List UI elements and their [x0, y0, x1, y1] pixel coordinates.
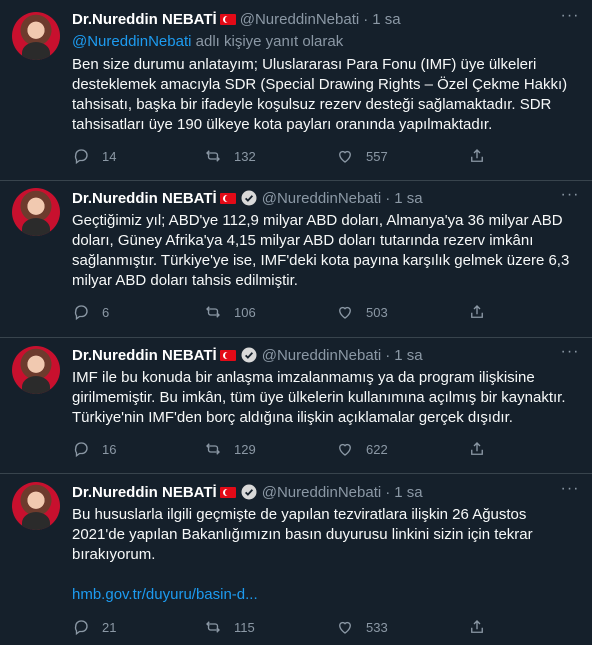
retweet-count: 106 — [234, 304, 256, 320]
tweet-header: Dr.Nureddin NEBATİ @NureddinNebati · 1 s… — [72, 344, 580, 365]
verified-badge-icon — [241, 347, 257, 363]
more-options-icon[interactable]: ··· — [560, 187, 580, 208]
author-name[interactable]: Dr.Nureddin NEBATİ — [72, 11, 217, 28]
reply-count: 16 — [102, 441, 117, 457]
separator-dot: · — [385, 346, 391, 364]
share-icon — [471, 442, 483, 455]
more-options-icon[interactable]: ··· — [560, 8, 580, 29]
reply-icon — [74, 442, 88, 458]
retweet-button[interactable]: 115 — [204, 617, 336, 637]
share-icon — [471, 305, 483, 318]
tweet-header: Dr.Nureddin NEBATİ @NureddinNebati · 1 s… — [72, 8, 580, 29]
retweet-icon — [206, 150, 220, 162]
reply-to-mention[interactable]: @NureddinNebati — [72, 33, 191, 50]
turkey-flag-icon — [219, 192, 236, 204]
share-button[interactable] — [468, 617, 508, 637]
reply-button[interactable]: 16 — [72, 439, 204, 459]
tweet-header: Dr.Nureddin NEBATİ @NureddinNebati · 1 s… — [72, 481, 580, 502]
tweet-text: Geçtiğimiz yıl; ABD'ye 112,9 milyar ABD … — [72, 212, 570, 289]
reply-button[interactable]: 6 — [72, 302, 204, 322]
share-icon — [471, 149, 483, 162]
tweet-link[interactable]: hmb.gov.tr/duyuru/basin-d... — [72, 585, 580, 605]
tweet-actions: 6 106 503 — [72, 302, 512, 322]
share-button[interactable] — [468, 302, 508, 322]
avatar[interactable] — [12, 12, 60, 60]
verified-badge-icon — [241, 484, 257, 500]
like-button[interactable]: 503 — [336, 302, 468, 322]
tweet-time[interactable]: 1 sa — [394, 190, 422, 207]
tweet-actions: 21 115 533 — [72, 617, 512, 637]
like-count: 533 — [366, 619, 388, 635]
reply-count: 14 — [102, 148, 117, 164]
heart-icon — [339, 306, 351, 319]
author-name[interactable]: Dr.Nureddin NEBATİ — [72, 347, 217, 364]
like-count: 503 — [366, 304, 388, 320]
turkey-flag-icon — [219, 349, 236, 361]
like-button[interactable]: 622 — [336, 439, 468, 459]
reply-count: 6 — [102, 304, 110, 320]
retweet-button[interactable]: 129 — [204, 439, 336, 459]
heart-icon — [339, 621, 351, 634]
avatar[interactable] — [12, 346, 60, 394]
author-handle[interactable]: @NureddinNebati — [240, 11, 359, 28]
turkey-flag-icon — [219, 486, 236, 498]
share-button[interactable] — [468, 439, 508, 459]
share-button[interactable] — [468, 146, 508, 166]
tweet-text: Ben size durumu anlatayım; Uluslararası … — [72, 56, 568, 133]
retweet-count: 132 — [234, 148, 256, 164]
author-handle[interactable]: @NureddinNebati — [262, 190, 381, 207]
reply-icon — [74, 305, 88, 321]
divider — [0, 180, 592, 181]
like-button[interactable]: 557 — [336, 146, 468, 166]
reply-icon — [74, 149, 88, 165]
retweet-icon — [206, 443, 220, 455]
tweet-actions: 16 129 622 — [72, 439, 512, 459]
separator-dot: · — [385, 483, 391, 501]
retweet-count: 129 — [234, 441, 256, 457]
tweet-thread: Dr.Nureddin NEBATİ @NureddinNebati · 1 s… — [0, 0, 592, 645]
retweet-button[interactable]: 132 — [204, 146, 336, 166]
verified-badge-icon — [241, 190, 257, 206]
retweet-button[interactable]: 106 — [204, 302, 336, 322]
like-button[interactable]: 533 — [336, 617, 468, 637]
share-icon — [471, 620, 483, 633]
tweet-time[interactable]: 1 sa — [372, 11, 400, 28]
tweet-actions: 14 132 557 — [72, 146, 512, 166]
tweet-text: Bu hususlarla ilgili geçmişte de yapılan… — [72, 506, 533, 563]
like-count: 622 — [366, 441, 388, 457]
reply-context: @NureddinNebati adlı kişiye yanıt olarak — [72, 32, 580, 52]
like-count: 557 — [366, 148, 388, 164]
tweet-time[interactable]: 1 sa — [394, 347, 422, 364]
reply-icon — [74, 620, 88, 636]
divider — [0, 337, 592, 338]
heart-icon — [339, 443, 351, 456]
tweet-text: IMF ile bu konuda bir anlaşma imzalanmam… — [72, 369, 566, 426]
reply-button[interactable]: 21 — [72, 617, 204, 637]
retweet-icon — [206, 306, 220, 318]
tweet-time[interactable]: 1 sa — [394, 484, 422, 501]
reply-to-suffix: adlı kişiye yanıt olarak — [191, 33, 344, 50]
tweet-header: Dr.Nureddin NEBATİ @NureddinNebati · 1 s… — [72, 187, 580, 208]
more-options-icon[interactable]: ··· — [560, 481, 580, 502]
reply-count: 21 — [102, 619, 117, 635]
retweet-count: 115 — [234, 619, 255, 635]
separator-dot: · — [385, 189, 391, 207]
divider — [0, 473, 592, 474]
author-name[interactable]: Dr.Nureddin NEBATİ — [72, 484, 217, 501]
turkey-flag-icon — [219, 13, 236, 25]
retweet-icon — [206, 621, 220, 633]
avatar[interactable] — [12, 188, 60, 236]
more-options-icon[interactable]: ··· — [560, 344, 580, 365]
separator-dot: · — [363, 10, 369, 28]
author-handle[interactable]: @NureddinNebati — [262, 347, 381, 364]
avatar[interactable] — [12, 482, 60, 530]
heart-icon — [339, 150, 351, 163]
author-handle[interactable]: @NureddinNebati — [262, 484, 381, 501]
reply-button[interactable]: 14 — [72, 146, 204, 166]
author-name[interactable]: Dr.Nureddin NEBATİ — [72, 190, 217, 207]
